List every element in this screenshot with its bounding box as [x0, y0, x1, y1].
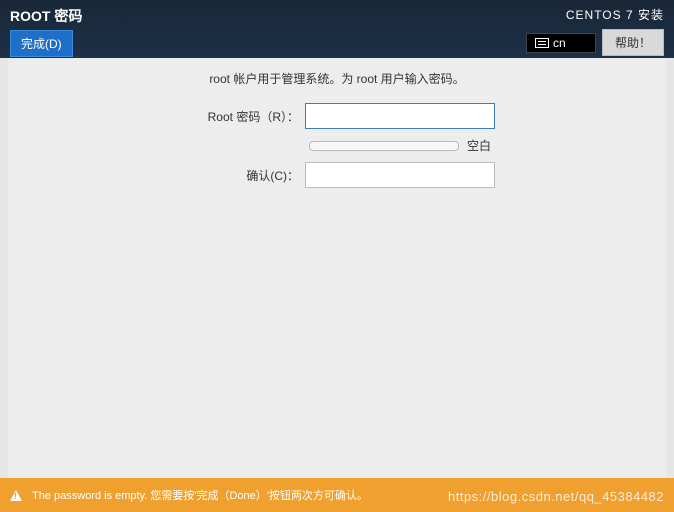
header-bar: ROOT 密码 完成(D) CENTOS 7 安装 cn 帮助！ [0, 0, 674, 58]
warning-icon [10, 490, 22, 501]
warning-bar: The password is empty. 您需要按'完成（Done）'按钮两… [0, 478, 674, 512]
help-button[interactable]: 帮助！ [602, 29, 664, 56]
watermark: https://blog.csdn.net/qq_45384482 [448, 489, 664, 504]
warning-text: The password is empty. 您需要按'完成（Done）'按钮两… [32, 487, 368, 503]
confirm-row: 确认(C)： [179, 162, 495, 188]
header-controls: cn 帮助！ [526, 29, 664, 56]
strength-label: 空白 [467, 137, 491, 154]
keyboard-icon [535, 38, 549, 48]
instruction-text: root 帐户用于管理系统。为 root 用户输入密码。 [8, 70, 666, 87]
lang-code: cn [553, 36, 566, 50]
installer-title: CENTOS 7 安装 [566, 6, 664, 23]
confirm-password-input[interactable] [305, 162, 495, 188]
content-area: root 帐户用于管理系统。为 root 用户输入密码。 Root 密码（R）：… [8, 58, 666, 478]
strength-row: 空白 [309, 137, 491, 154]
header-right: CENTOS 7 安装 cn 帮助！ [526, 6, 664, 56]
password-label: Root 密码（R）： [179, 108, 299, 125]
root-password-input[interactable] [305, 103, 495, 129]
keyboard-layout-selector[interactable]: cn [526, 33, 596, 53]
page-title: ROOT 密码 [10, 6, 82, 26]
confirm-label: 确认(C)： [179, 167, 299, 184]
password-form: Root 密码（R）： 空白 确认(C)： [8, 103, 666, 188]
password-row: Root 密码（R）： [179, 103, 495, 129]
header-left: ROOT 密码 完成(D) [10, 6, 82, 57]
done-button[interactable]: 完成(D) [10, 30, 73, 57]
password-strength-meter [309, 141, 459, 151]
